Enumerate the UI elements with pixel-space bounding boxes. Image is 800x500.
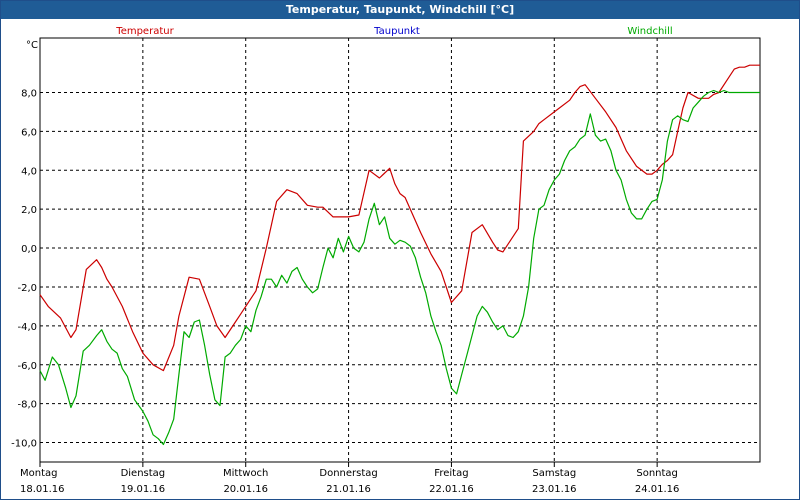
legend-entry: Temperatur [115, 26, 174, 37]
y-tick-label: 0,0 [21, 244, 37, 255]
x-day-label: Mittwoch [223, 468, 268, 479]
legend-entry: Taupunkt [373, 26, 420, 37]
y-tick-label: -4,0 [17, 322, 37, 333]
x-day-label: Samstag [532, 468, 576, 479]
x-date-label: 21.01.16 [326, 484, 371, 495]
x-date-label: 18.01.16 [20, 484, 65, 495]
y-tick-label: 2,0 [21, 205, 37, 216]
x-day-label: Sonntag [636, 468, 678, 479]
x-date-label: 20.01.16 [223, 484, 268, 495]
line-chart: -10,0 -8,0 -6,0 -4,0 -2,0 0,0 2,0 4,0 6,0 8,0 °C Mo… [11, 26, 761, 495]
plot-area [39, 37, 761, 463]
y-tick-label: -10,0 [11, 439, 37, 450]
x-day-label: Freitag [434, 468, 468, 479]
x-day-label: Montag [20, 468, 57, 479]
y-tick-label: 6,0 [21, 127, 37, 138]
x-date-label: 19.01.16 [121, 484, 166, 495]
x-date-label: 24.01.16 [635, 484, 680, 495]
y-tick-label: -8,0 [17, 400, 37, 411]
legend-entry: Windchill [627, 26, 672, 37]
x-date-label: 23.01.16 [532, 484, 577, 495]
y-tick-label: 4,0 [21, 166, 37, 177]
y-tick-label: -6,0 [17, 361, 37, 372]
y-tick-label: -2,0 [17, 283, 37, 294]
y-tick-label: 8,0 [21, 88, 37, 99]
x-day-label: Dienstag [121, 468, 166, 479]
x-date-label: 22.01.16 [429, 484, 474, 495]
x-day-label: Donnerstag [319, 468, 377, 479]
y-axis-unit: °C [26, 40, 38, 51]
